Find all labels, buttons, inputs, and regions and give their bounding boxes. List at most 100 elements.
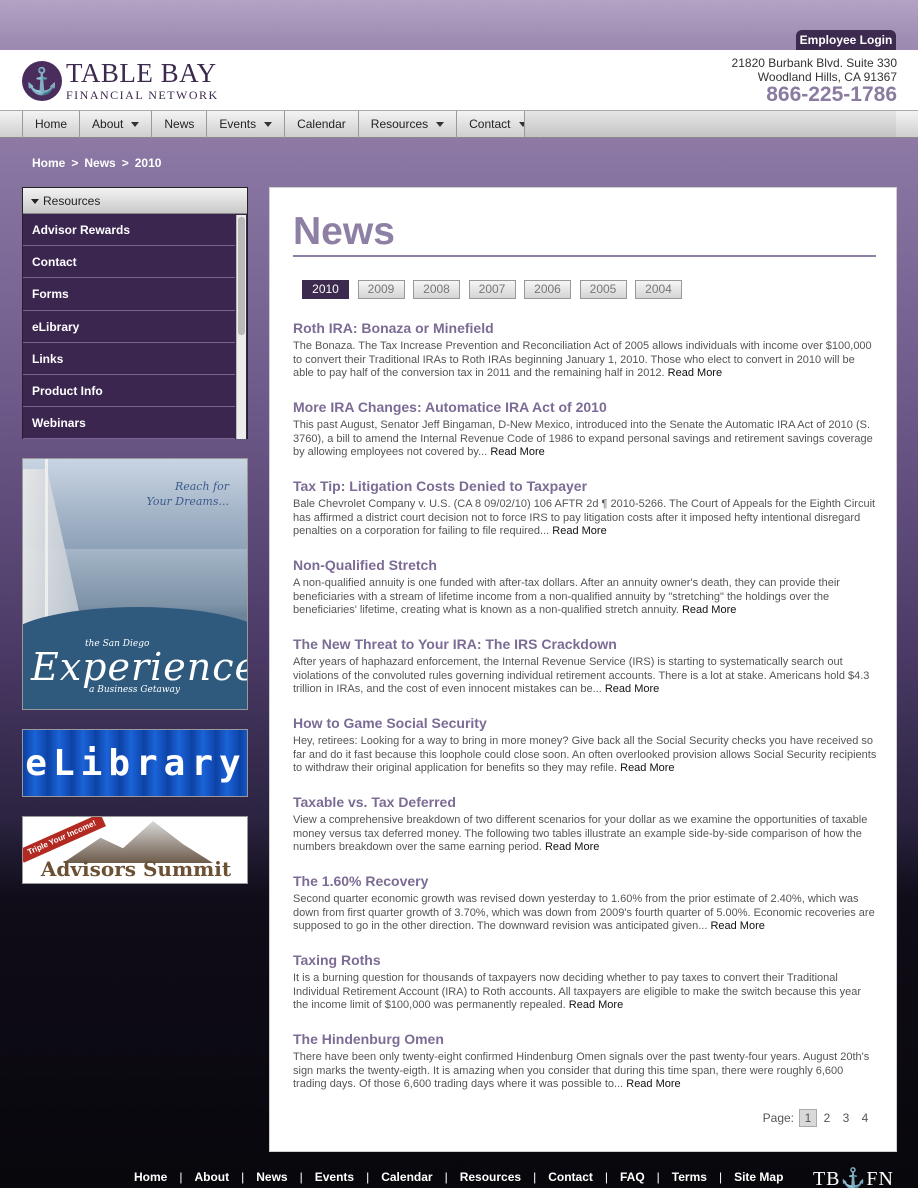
resources-menu-header[interactable]: Resources <box>23 188 247 214</box>
news-item-body: The Bonaza. The Tax Increase Prevention … <box>293 340 872 379</box>
read-more-link[interactable]: Read More <box>490 446 544 458</box>
read-more-link[interactable]: Read More <box>682 604 736 616</box>
footer-logo[interactable]: TB⚓FN <box>813 1166 894 1188</box>
caret-down-icon <box>264 122 273 128</box>
page-3-link[interactable]: 3 <box>837 1111 855 1125</box>
news-item-summary: The Bonaza. The Tax Increase Prevention … <box>293 340 877 381</box>
nav-item-label: Contact <box>469 117 511 131</box>
banner-experience-title: Experience <box>31 645 248 689</box>
logo-title: TABLE BAY <box>66 58 217 88</box>
banner-subtitle: a Business Getaway <box>89 685 181 695</box>
news-item-title[interactable]: More IRA Changes: Automatice IRA Act of … <box>293 399 877 415</box>
tab-year-2008[interactable]: 2008 <box>413 280 460 299</box>
resources-scrollbar[interactable] <box>236 215 246 439</box>
read-more-link[interactable]: Read More <box>710 920 764 932</box>
news-item-body: This past August, Senator Jeff Bingaman,… <box>293 419 873 458</box>
nav-item-about[interactable]: About <box>79 111 151 138</box>
read-more-link[interactable]: Read More <box>569 999 623 1011</box>
news-item-title[interactable]: Taxable vs. Tax Deferred <box>293 794 877 810</box>
tab-year-2006[interactable]: 2006 <box>524 280 571 299</box>
breadcrumb: Home > News >2010 <box>32 156 161 170</box>
footer-link-resources[interactable]: Resources <box>460 1170 521 1184</box>
tab-year-2005[interactable]: 2005 <box>579 280 627 299</box>
advisors-summit-title: Advisors Summit <box>40 857 232 881</box>
year-tabs: 2010 2009 2008 2007 2006 2005 2004 <box>302 280 691 299</box>
footer-link-site-map[interactable]: Site Map <box>734 1170 783 1184</box>
footer-separator: | <box>366 1170 370 1184</box>
footer-link-news[interactable]: News <box>256 1170 287 1184</box>
tab-year-2009[interactable]: 2009 <box>357 280 405 299</box>
san-diego-experience-banner[interactable]: Reach for Your Dreams... the San Diego Ex… <box>22 458 248 710</box>
nav-item-resources[interactable]: Resources <box>357 111 456 138</box>
tab-year-2010[interactable]: 2010 <box>302 280 349 299</box>
breadcrumb-news[interactable]: News <box>84 156 115 170</box>
nav-item-label: Events <box>219 117 257 131</box>
breadcrumb-separator: > <box>71 156 79 170</box>
tab-year-2007[interactable]: 2007 <box>468 280 516 299</box>
site-logo[interactable]: ⚓ TABLE BAY FINANCIAL NETWORK <box>22 58 222 104</box>
news-item-title[interactable]: The 1.60% Recovery <box>293 873 877 889</box>
news-item-title[interactable]: Non-Qualified Stretch <box>293 557 877 573</box>
tab-year-2004[interactable]: 2004 <box>635 280 682 299</box>
news-item-body: Second quarter economic growth was revis… <box>293 893 875 932</box>
advisors-summit-banner[interactable]: Triple Your Income! Advisors Summit <box>22 816 248 884</box>
news-item-title[interactable]: The Hindenburg Omen <box>293 1031 877 1047</box>
footer-separator: | <box>299 1170 303 1184</box>
pagination: Page: 1234 <box>763 1109 874 1127</box>
footer-link-events[interactable]: Events <box>315 1170 354 1184</box>
footer-link-calendar[interactable]: Calendar <box>381 1170 432 1184</box>
nav-item-home[interactable]: Home <box>22 111 79 138</box>
news-item-title[interactable]: Tax Tip: Litigation Costs Denied to Taxp… <box>293 478 877 494</box>
address-line1: 21820 Burbank Blvd. Suite 330 <box>731 56 897 70</box>
triangle-down-icon <box>31 199 39 205</box>
nav-item-news[interactable]: News <box>151 111 206 138</box>
nav-item-label: Calendar <box>297 117 346 131</box>
read-more-link[interactable]: Read More <box>668 367 722 379</box>
sidebar-item-elibrary[interactable]: eLibrary <box>23 311 235 343</box>
read-more-link[interactable]: Read More <box>620 762 674 774</box>
sidebar-item-webinars[interactable]: Webinars <box>23 407 235 440</box>
news-item-title[interactable]: How to Game Social Security <box>293 715 877 731</box>
news-item-title[interactable]: The New Threat to Your IRA: The IRS Crac… <box>293 636 877 652</box>
footer-link-faq[interactable]: FAQ <box>620 1170 645 1184</box>
news-item: The Hindenburg Omen There have been only … <box>293 1031 877 1110</box>
title-divider <box>293 255 876 257</box>
read-more-link[interactable]: Read More <box>605 683 659 695</box>
sidebar-item-contact[interactable]: Contact <box>23 246 235 279</box>
nav-item-label: Resources <box>370 117 429 131</box>
news-item-summary: A non-qualified annuity is one funded wi… <box>293 577 877 618</box>
news-item: How to Game Social Security Hey, retirees… <box>293 715 877 794</box>
elibrary-banner[interactable]: eLibrary <box>22 729 248 797</box>
nav-item-label: Home <box>35 117 68 131</box>
news-item-title[interactable]: Roth IRA: Bonaza or Minefield <box>293 320 877 336</box>
footer-link-about[interactable]: About <box>194 1170 229 1184</box>
news-panel: News 2010 2009 2008 2007 2006 2005 2004 Roth I… <box>269 187 897 1152</box>
nav-item-label: About <box>92 117 124 131</box>
read-more-link[interactable]: Read More <box>545 841 599 853</box>
footer-separator: | <box>718 1170 723 1184</box>
read-more-link[interactable]: Read More <box>626 1078 680 1090</box>
footer-link-contact[interactable]: Contact <box>548 1170 593 1184</box>
sidebar-item-product-info[interactable]: Product Info <box>23 375 235 408</box>
page-2-link[interactable]: 2 <box>818 1111 836 1125</box>
footer-link-home[interactable]: Home <box>134 1170 167 1184</box>
sidebar-item-advisor-rewards[interactable]: Advisor Rewards <box>23 214 235 247</box>
breadcrumb-home[interactable]: Home <box>32 156 65 170</box>
nav-item-events[interactable]: Events <box>206 111 284 138</box>
scrollbar-thumb[interactable] <box>238 217 245 335</box>
page-4-link[interactable]: 4 <box>856 1111 874 1125</box>
read-more-link[interactable]: Read More <box>552 525 606 537</box>
news-item-summary: After years of haphazard enforcement, th… <box>293 656 877 697</box>
page-1-link[interactable]: 1 <box>799 1109 817 1127</box>
footer-link-terms[interactable]: Terms <box>672 1170 707 1184</box>
news-item-summary: Hey, retirees: Looking for a way to brin… <box>293 735 877 776</box>
nav-item-calendar[interactable]: Calendar <box>284 111 358 138</box>
sidebar-item-links[interactable]: Links <box>23 343 235 375</box>
breadcrumb-current: 2010 <box>134 156 162 170</box>
footer-separator: | <box>241 1170 245 1184</box>
page-title: News <box>293 210 395 253</box>
sidebar-item-forms[interactable]: Forms <box>23 278 235 311</box>
news-item-title[interactable]: Taxing Roths <box>293 952 877 968</box>
news-item: More IRA Changes: Automatice IRA Act of … <box>293 399 877 478</box>
employee-login-button[interactable]: Employee Login <box>796 30 896 50</box>
